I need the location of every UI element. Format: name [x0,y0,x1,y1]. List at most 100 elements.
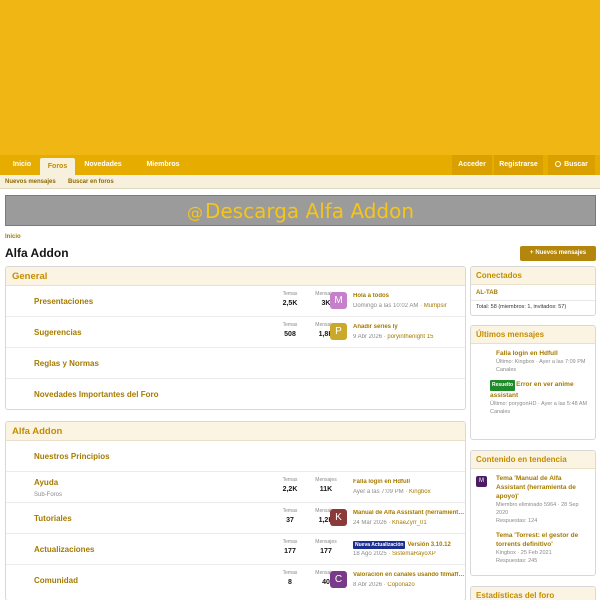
last-post-user[interactable]: Kingbox [409,489,431,495]
forum-node[interactable]: Sugerencias Temas 508 Mensajes 1,8K P Añad… [6,317,465,348]
threads-count: 2,2K [282,486,298,493]
widget-title[interactable]: Conectados [471,267,595,285]
login-button[interactable]: Acceder [452,155,492,175]
new-posts-button-label: Nuevos mensajes [535,250,587,256]
avatar[interactable]: P [330,323,347,340]
last-post-title[interactable]: Manual de Alfa Assistant (herramienta de… [353,510,465,516]
last-post-user[interactable]: KhaeZyrr_01 [392,520,427,526]
download-banner[interactable]: @ Descarga Alfa Addon [5,195,596,226]
forum-title[interactable]: Nuestros Principios [34,452,110,461]
forum-node[interactable]: Novedades Importantes del Foro [6,379,465,409]
threads-count: 2,5K [282,300,298,307]
category-general: General Presentaciones Temas 2,5K Mensaje… [5,266,466,410]
forum-bubble-icon [16,358,29,370]
forum-bubble-icon [16,389,29,401]
forum-node[interactable]: Ayuda Sub-Foros Temas 2,2K Mensajes 11K Fa… [6,472,465,503]
last-post-date: 18 Ago 2025 [353,551,387,557]
forum-title[interactable]: Comunidad [34,576,78,585]
last-post-title[interactable]: Falla login en Hdfull [353,479,465,485]
list-item[interactable]: M Tema 'Manual de Alfa Assistant (herram… [476,471,590,528]
forum-node[interactable]: Reglas y Normas [6,348,465,379]
widget-latest-posts: Últimos mensajes Falla login en Hdfull Ú… [470,325,596,440]
list-item[interactable]: Tema 'Torrest: el gestor de torrents def… [476,528,590,568]
list-item[interactable]: Resuelto Error en ver anime assistant Últ… [476,377,590,419]
widget-title[interactable]: Últimos mensajes [471,326,595,344]
threads-label: Temas [282,508,298,514]
online-total: Total: 58 (miembros: 1, invitados: 57) [471,300,595,313]
update-prefix-badge[interactable]: Nueva Actualización [353,541,406,549]
avatar[interactable]: K [330,509,347,526]
trending-title[interactable]: Tema 'Manual de Alfa Assistant (herramie… [496,474,590,501]
forum-node[interactable]: Comunidad Temas 8 Mensajes 40 C Valoración… [6,565,465,596]
threads-count: 177 [284,548,296,555]
forum-title[interactable]: Ayuda [34,478,58,487]
last-post-user[interactable]: Mumpsir [424,303,447,309]
thread-meta: Último: Kingbox · Ayer a las 7:09 PM [496,359,586,365]
forum-title[interactable]: Actualizaciones [34,545,94,554]
widget-title[interactable]: Contenido en tendencia [471,451,595,469]
forum-node[interactable]: Tutoriales Temas 37 Mensajes 1,2K K Manual… [6,503,465,534]
avatar[interactable]: M [476,476,487,487]
category-title[interactable]: Alfa Addon [6,422,465,441]
trending-title[interactable]: Tema 'Torrest: el gestor de torrents def… [496,531,590,549]
last-post-date: 24 Mar 2026 [353,520,387,526]
threads-label: Temas [282,570,298,576]
category-title[interactable]: General [6,267,465,286]
last-post-title[interactable]: Nueva Actualización Versión 3.10.12 [353,541,465,549]
last-post-user[interactable]: poryinthenight 15 [387,334,433,340]
nav-tab-foros[interactable]: Foros [40,158,75,175]
last-post-date: Ayer a las 7:09 PM [353,489,404,495]
widget-title[interactable]: Estadísticas del foro [471,587,595,600]
threads-label: Temas [282,539,298,545]
last-post-user[interactable]: SistemaRayoXP [392,551,436,557]
forum-node[interactable]: Presentaciones Temas 2,5K Mensajes 3K M Ho… [6,286,465,317]
main-navbar: Inicio Foros Novedades Miembros Acceder … [0,155,600,175]
thread-forum[interactable]: Canales [490,408,590,416]
threads-label: Temas [282,322,298,328]
resolved-badge[interactable]: Resuelto [490,380,516,391]
forum-title[interactable]: Reglas y Normas [34,359,99,368]
forum-title[interactable]: Sugerencias [34,328,82,337]
messages-count: 11K [319,486,333,493]
forum-node[interactable]: Actualizaciones Temas 177 Mensajes 177 Nue… [6,534,465,565]
forum-bubble-icon [16,544,29,556]
forum-title[interactable]: Novedades Importantes del Foro [34,390,158,399]
last-post-date: Domingo a las 10:02 AM [353,303,419,309]
online-user-link[interactable]: AL-TAB [476,290,498,296]
last-post-meta: 9 Abr 2026 · poryinthenight 15 [353,334,434,340]
thread-forum[interactable]: Canales [496,366,590,374]
forum-bubble-icon [16,451,29,463]
last-post-date: 8 Abr 2026 [353,582,383,588]
search-forums-link[interactable]: Buscar en foros [68,175,114,189]
forum-node[interactable]: Nuestros Principios [6,441,465,472]
register-button[interactable]: Registrarse [494,155,543,175]
last-post-user[interactable]: Coponazo [387,582,414,588]
subforums-label[interactable]: Sub-Foros [34,492,62,498]
forum-title[interactable]: Presentaciones [34,297,93,306]
forum-title[interactable]: Tutoriales [34,514,72,523]
page-title: Alfa Addon [5,246,69,260]
messages-label: Mensajes [315,477,337,483]
last-post-title[interactable]: Valoración en canales usando filmaffinit… [353,572,465,578]
list-item[interactable]: Falla login en Hdfull Último: Kingbox · … [476,346,590,377]
search-icon [555,161,562,167]
last-post-title[interactable]: Hola a todos [353,293,465,299]
nav-tab-novedades[interactable]: Novedades [78,155,128,175]
trending-meta: Miembro eliminado 5964 · 28 Sep 2020 [496,502,579,516]
thread-meta: Último: porygonHD · Ayer a las 5:48 AM [490,401,588,407]
search-button[interactable]: Buscar [548,155,595,175]
thread-title[interactable]: Falla login en Hdfull [496,349,590,358]
last-post-meta: 24 Mar 2026 · KhaeZyrr_01 [353,520,427,526]
forum-bubble-icon [16,575,29,587]
avatar[interactable]: C [330,571,347,588]
nav-tab-miembros[interactable]: Miembros [140,155,186,175]
new-posts-button[interactable]: + Nuevos mensajes [520,246,596,261]
avatar[interactable]: M [330,292,347,309]
nav-tab-inicio[interactable]: Inicio [8,155,36,175]
breadcrumb[interactable]: Inicio [5,234,21,240]
site-header-band [0,0,600,155]
last-post-title[interactable]: Añadir series ly [353,324,465,330]
last-post-meta: Ayer a las 7:09 PM · Kingbox [353,489,431,495]
new-posts-link[interactable]: Nuevos mensajes [5,175,56,189]
last-post-title-text[interactable]: Versión 3.10.12 [407,542,450,548]
